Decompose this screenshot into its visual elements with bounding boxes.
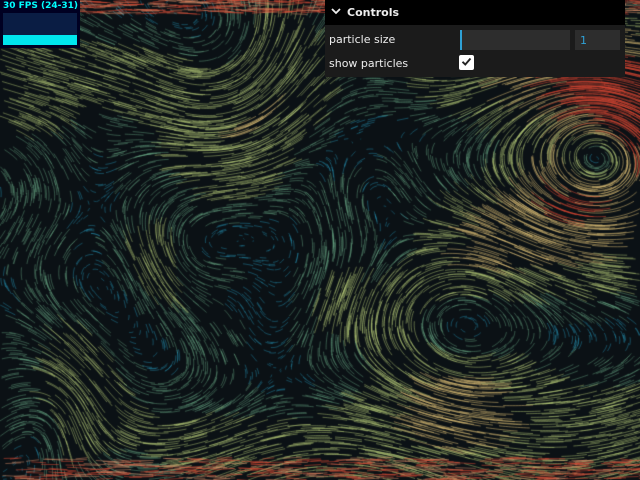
controls-title: Controls: [347, 6, 400, 19]
particle-size-row: particle size: [325, 26, 625, 52]
fps-readout: 30 FPS (24-31): [3, 1, 79, 11]
controls-header[interactable]: Controls: [325, 0, 625, 25]
controls-panel: Controls particle size show particles: [325, 0, 625, 77]
chevron-down-icon: [331, 6, 343, 19]
particle-size-slider-fill: [460, 30, 462, 50]
particle-size-label: particle size: [329, 32, 396, 46]
show-particles-checkbox[interactable]: [459, 55, 474, 70]
checkmark-icon: [461, 56, 472, 70]
show-particles-row: show particles: [325, 50, 625, 76]
show-particles-label: show particles: [329, 56, 409, 70]
fps-graph: [3, 13, 77, 45]
particle-size-input[interactable]: [575, 30, 620, 50]
fps-graph-bar: [3, 35, 77, 45]
particle-size-slider[interactable]: [460, 30, 570, 50]
fps-stats-panel[interactable]: 30 FPS (24-31): [0, 0, 80, 48]
